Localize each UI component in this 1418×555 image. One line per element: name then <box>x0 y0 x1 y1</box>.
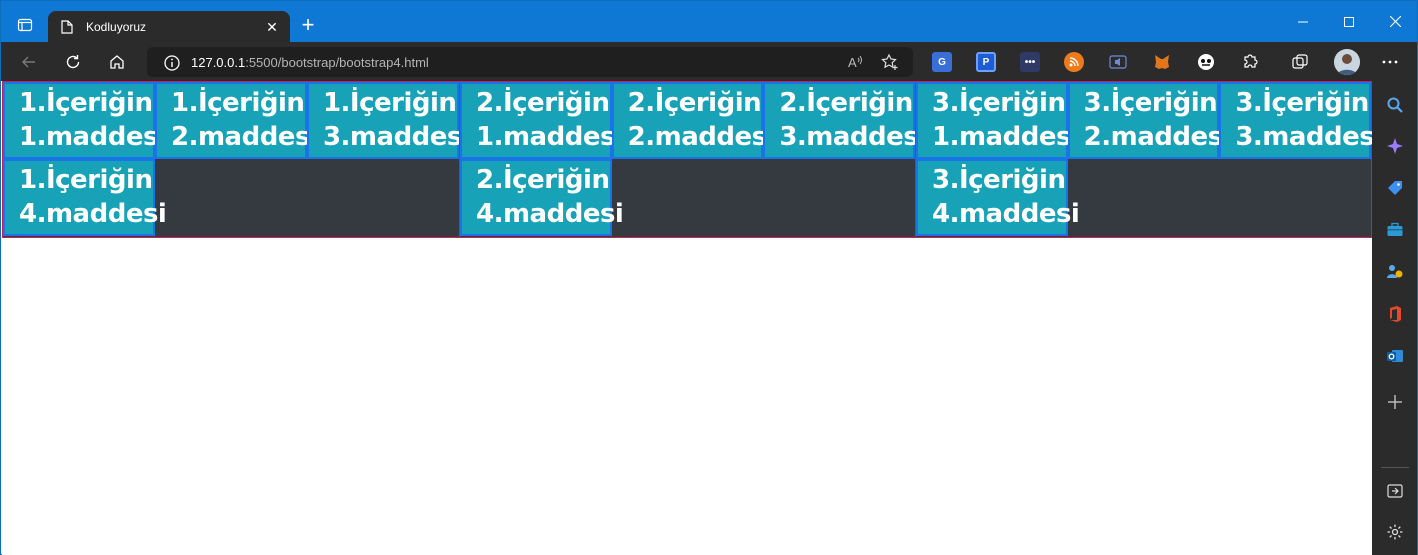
settings-icon[interactable] <box>1384 521 1406 543</box>
content-item-line: 2.maddesi <box>627 122 776 152</box>
content-item: 1.İçeriğin 3.maddesi <box>306 82 471 159</box>
content-item-line: 2.maddesi <box>1083 122 1232 152</box>
outlook-icon[interactable] <box>1384 345 1406 367</box>
metamask-extension[interactable] <box>1152 52 1172 72</box>
favorite-add-icon[interactable] <box>874 46 906 78</box>
content-item: 1.İçeriğin 2.maddesi <box>154 82 319 159</box>
content-item-line: 1.İçeriğin <box>19 165 153 195</box>
content-item-line: 2.İçeriğin <box>476 165 610 195</box>
audio-extension[interactable] <box>1108 52 1128 72</box>
office-icon[interactable] <box>1384 303 1406 325</box>
content-item-line: 3.İçeriğin <box>1235 88 1369 118</box>
ghost-extension[interactable] <box>1196 52 1216 72</box>
content-item-line: 4.maddesi <box>19 199 167 229</box>
info-icon[interactable] <box>163 54 181 72</box>
content-item-line: 2.İçeriğin <box>627 88 762 118</box>
new-tab-button[interactable]: + <box>296 12 320 37</box>
content-item-line: 3.maddesi <box>779 122 927 152</box>
rss-extension[interactable] <box>1064 52 1084 72</box>
content-item-line: 3.maddesi <box>1235 122 1383 152</box>
content-item-line: 2.İçeriğin <box>476 88 610 118</box>
content-item-line: 1.İçeriğin <box>170 88 305 118</box>
tab-kodluyoruz[interactable]: Kodluyoruz ✕ <box>48 11 290 43</box>
toolbox-icon[interactable] <box>1384 219 1406 241</box>
content-item-line: 1.maddesi <box>932 122 1080 152</box>
maximize-button[interactable] <box>1326 1 1372 42</box>
browser-toolbar: 127.0.0.1:5500/bootstrap/bootstrap4.html… <box>1 42 1417 81</box>
tag-icon[interactable] <box>1384 177 1406 199</box>
collections-icon[interactable] <box>1290 52 1310 72</box>
refresh-icon[interactable] <box>57 46 89 78</box>
puzzle-extension[interactable] <box>1240 52 1260 72</box>
close-window-button[interactable] <box>1372 1 1418 42</box>
content-item: 3.İçeriğin 3.maddesi <box>1219 82 1383 159</box>
content-item-line: 1.maddesi <box>476 122 624 152</box>
read-aloud-icon[interactable]: A <box>839 46 871 78</box>
content-item: 2.İçeriğin 3.maddesi <box>763 82 927 159</box>
svg-text:A: A <box>848 55 857 70</box>
content-item: 3.İçeriğin 1.maddesi <box>916 82 1080 159</box>
content-item-line: 3.İçeriğin <box>932 88 1066 118</box>
add-icon[interactable] <box>1384 391 1406 413</box>
p-extension[interactable]: P <box>976 52 996 72</box>
content-column-3: 3.İçeriğin 1.maddesi 3.İçeriğin 2.maddesi 3.… <box>915 82 1383 237</box>
content-item-line: 3.maddesi <box>322 122 471 152</box>
edge-sidebar <box>1372 81 1417 555</box>
content-item-line: 4.maddesi <box>476 199 624 229</box>
content-item-line: 3.İçeriğin <box>1083 88 1218 118</box>
content-item-line: 1.maddesi <box>19 122 167 152</box>
content-column-1: 1.İçeriğin 1.maddesi 1.İçeriğin 2.maddesi 1.… <box>3 82 471 237</box>
title-bar: Kodluyoruz ✕ + <box>1 1 1418 43</box>
minimize-button[interactable] <box>1280 1 1326 42</box>
content-item: 3.İçeriğin 4.maddesi <box>916 159 1080 236</box>
page-icon <box>60 20 74 34</box>
content-item-line: 2.maddesi <box>170 122 319 152</box>
copilot-icon[interactable] <box>1384 135 1406 157</box>
content-item-line: 2.İçeriğin <box>779 88 913 118</box>
content-item: 2.İçeriğin 1.maddesi <box>460 82 624 159</box>
close-tab-icon[interactable]: ✕ <box>264 19 280 35</box>
address-bar[interactable]: 127.0.0.1:5500/bootstrap/bootstrap4.html <box>147 47 913 77</box>
bootstrap-row: 1.İçeriğin 1.maddesi 1.İçeriğin 2.maddesi 1.… <box>2 81 1383 238</box>
profile-avatar[interactable] <box>1334 49 1360 75</box>
content-item: 2.İçeriğin 4.maddesi <box>460 159 624 236</box>
content-item: 1.İçeriğin 1.maddesi <box>3 82 167 159</box>
content-item: 2.İçeriğin 2.maddesi <box>611 82 776 159</box>
split-screen-icon[interactable] <box>1384 480 1406 502</box>
sidebar-divider <box>1381 467 1409 468</box>
content-item-line: 4.maddesi <box>932 199 1080 229</box>
dots-extension[interactable]: ••• <box>1020 52 1040 72</box>
content-item-line: 1.İçeriğin <box>322 88 457 118</box>
page-content: 1.İçeriğin 1.maddesi 1.İçeriğin 2.maddesi 1.… <box>2 81 1383 555</box>
tab-actions-icon[interactable] <box>9 10 41 40</box>
url-path: :5500/bootstrap/bootstrap4.html <box>245 54 429 70</box>
people-icon[interactable] <box>1384 261 1406 283</box>
content-item: 1.İçeriğin 4.maddesi <box>3 159 167 236</box>
search-icon[interactable] <box>1384 94 1406 116</box>
tab-title: Kodluyoruz <box>86 20 147 34</box>
content-item: 3.İçeriğin 2.maddesi <box>1067 82 1232 159</box>
url-host: 127.0.0.1 <box>191 54 246 70</box>
back-icon[interactable] <box>13 46 45 78</box>
content-item-line: 3.İçeriğin <box>932 165 1066 195</box>
content-item-line: 1.İçeriğin <box>19 88 153 118</box>
home-icon[interactable] <box>101 46 133 78</box>
content-column-2: 2.İçeriğin 1.maddesi 2.İçeriğin 2.maddesi 2.… <box>459 82 927 237</box>
translate-extension[interactable]: G <box>932 52 952 72</box>
more-icon[interactable] <box>1374 46 1406 78</box>
browser-window: Kodluyoruz ✕ + 127.0.0.1:5500/bootstrap/… <box>0 0 1418 555</box>
